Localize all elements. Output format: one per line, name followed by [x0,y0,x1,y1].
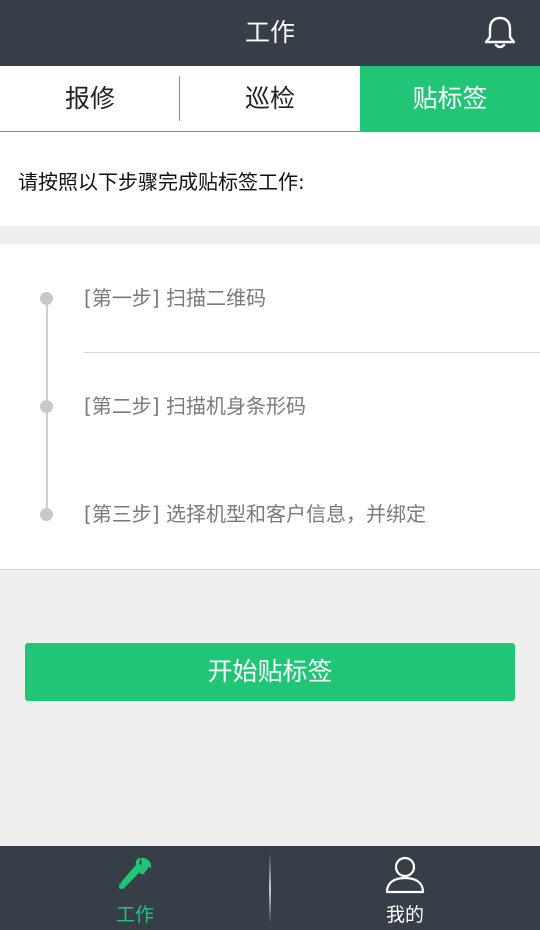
bottom-nav: 工作 我的 [0,846,540,930]
nav-label-work: 工作 [115,904,154,926]
step-3-text: [第三步] 选择机型和客户信息，并绑定 [84,502,426,526]
tab-repair[interactable]: 报修 [0,66,180,131]
tab-inspection[interactable]: 巡检 [180,66,360,131]
page-title: 工作 [244,18,295,47]
nav-item-work[interactable]: 工作 [0,846,270,930]
intro-section: 请按照以下步骤完成贴标签工作: [0,132,540,226]
step-1-dot [40,292,53,305]
top-bar: 工作 [0,0,540,66]
steps-timeline: [第一步] 扫描二维码 [第二步] 扫描机身条形码 [第三步] 选择机型和客户信… [0,244,540,570]
step-divider [84,352,540,353]
start-labeling-button[interactable]: 开始贴标签 [25,643,515,701]
step-2-dot [40,400,53,413]
wrench-icon [118,857,152,890]
intro-text: 请按照以下步骤完成贴标签工作: [18,170,305,194]
nav-label-mine: 我的 [385,904,424,926]
nav-item-mine[interactable]: 我的 [270,846,540,930]
step-1-text: [第一步] 扫描二维码 [84,286,266,310]
user-icon [385,856,425,894]
tab-labeling[interactable]: 贴标签 [360,66,540,131]
bell-icon[interactable] [482,14,518,50]
step-3-dot [40,508,53,521]
step-2-text: [第二步] 扫描机身条形码 [84,394,306,418]
tab-bar: 报修 巡检 贴标签 [0,66,540,132]
